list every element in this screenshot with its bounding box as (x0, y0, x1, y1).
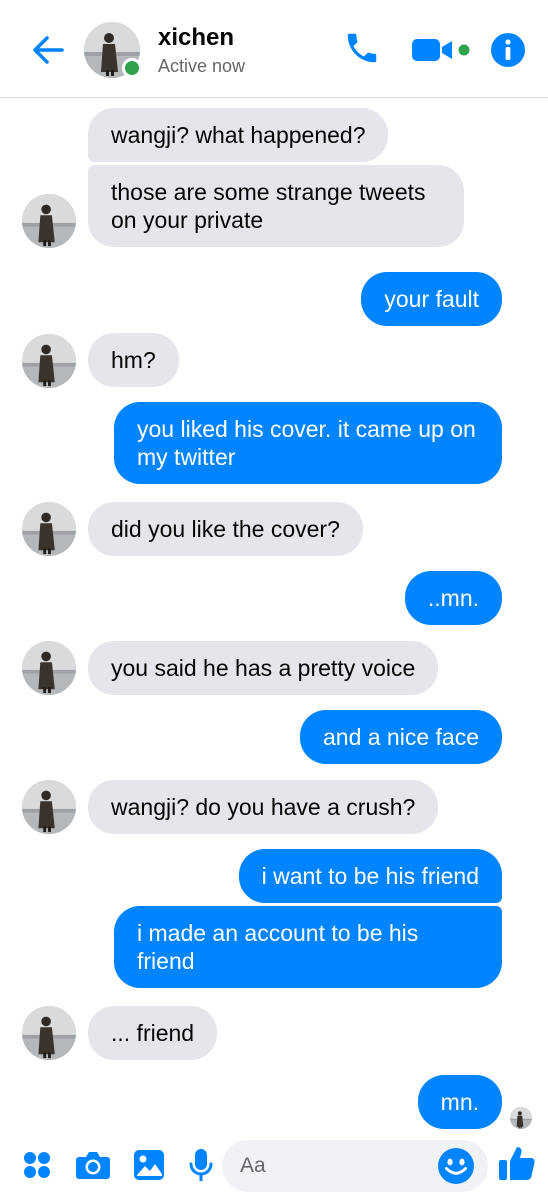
received-message[interactable]: ... friend (88, 1006, 218, 1060)
voice-call-button[interactable] (340, 26, 384, 70)
sent-message[interactable]: and a nice face (299, 710, 502, 764)
info-button[interactable] (488, 30, 528, 70)
video-call-button[interactable] (408, 30, 474, 70)
contact-avatar-small[interactable] (22, 334, 76, 388)
message-thread[interactable]: wangji? what happened? those are some st… (0, 98, 548, 1130)
received-message[interactable]: wangji? do you have a crush? (88, 780, 439, 834)
contact-avatar-small[interactable] (22, 780, 76, 834)
message-input-container[interactable] (222, 1140, 488, 1192)
camera-button[interactable] (72, 1144, 114, 1186)
smiley-icon (438, 1148, 474, 1184)
message-composer (0, 1130, 548, 1200)
seen-indicator-avatar (510, 1107, 532, 1129)
sent-message[interactable]: your fault (361, 272, 502, 326)
phone-icon (347, 33, 377, 63)
sent-message[interactable]: you liked his cover. it came up on my tw… (114, 402, 502, 484)
back-button[interactable] (26, 28, 70, 72)
contact-name[interactable]: xichen (158, 24, 234, 52)
emoji-button[interactable] (436, 1146, 476, 1186)
gallery-button[interactable] (128, 1144, 170, 1186)
voice-message-button[interactable] (180, 1144, 222, 1186)
contact-avatar-small[interactable] (22, 194, 76, 248)
apps-button[interactable] (16, 1144, 58, 1186)
contact-status: Active now (158, 56, 246, 76)
arrow-left-icon (33, 36, 64, 64)
video-camera-icon (412, 39, 470, 61)
active-status-dot (122, 58, 142, 78)
conversation-header: xichen Active now (0, 0, 548, 98)
received-message[interactable]: those are some strange tweets on your pr… (88, 165, 464, 247)
received-message[interactable]: wangji? what happened? (88, 108, 389, 162)
contact-avatar-small[interactable] (22, 641, 76, 695)
message-input[interactable] (240, 1140, 440, 1192)
sent-message[interactable]: ..mn. (404, 571, 502, 625)
contact-avatar[interactable] (84, 22, 142, 78)
like-button[interactable] (496, 1142, 538, 1184)
camera-icon (76, 1152, 110, 1179)
sent-message[interactable]: i want to be his friend (238, 849, 502, 903)
sent-message[interactable]: i made an account to be his friend (114, 906, 502, 988)
contact-avatar-small[interactable] (22, 502, 76, 556)
sent-message[interactable]: mn. (417, 1075, 502, 1129)
received-message[interactable]: hm? (88, 333, 179, 387)
info-icon (491, 33, 525, 67)
thumbs-up-icon (499, 1147, 535, 1180)
contact-avatar-small[interactable] (22, 1006, 76, 1060)
received-message[interactable]: did you like the cover? (88, 502, 363, 556)
microphone-icon (189, 1149, 213, 1181)
received-message[interactable]: you said he has a pretty voice (88, 641, 439, 695)
image-icon (134, 1150, 164, 1180)
apps-grid-icon (24, 1152, 50, 1178)
